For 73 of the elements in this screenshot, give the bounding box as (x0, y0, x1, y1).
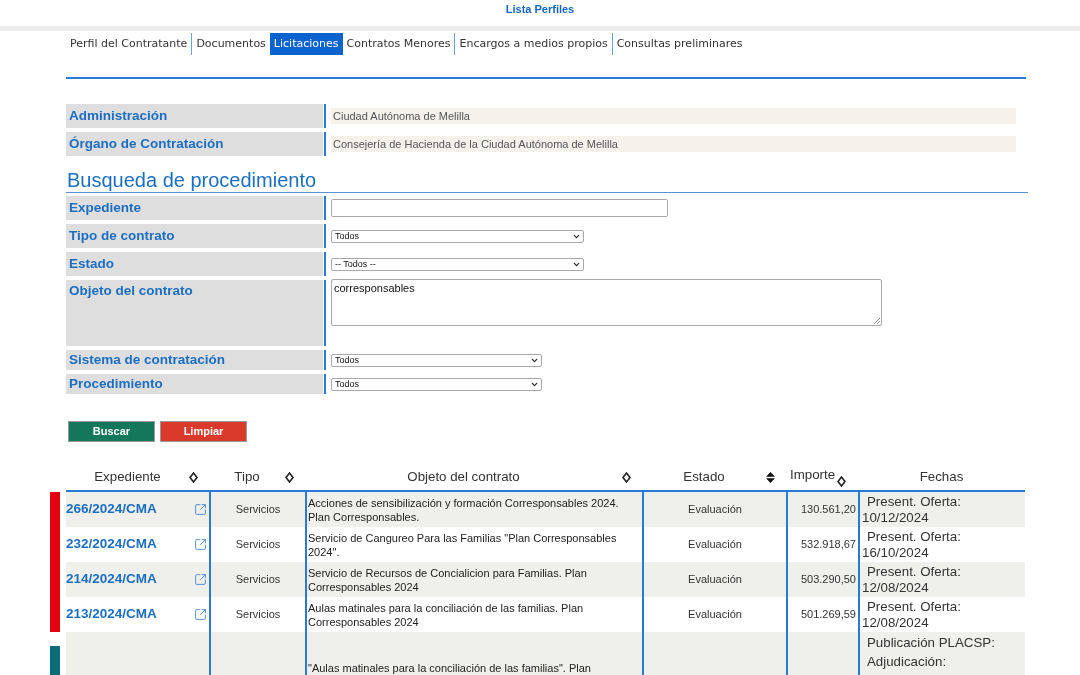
nav-tab[interactable]: Encargos a medios propios (454, 33, 612, 55)
table-cell-text: Evaluación (688, 537, 742, 553)
table-cell-text: 501.269,59 (800, 607, 856, 623)
table-cell-text: Servicios (235, 572, 281, 588)
select-field[interactable]: Todos (331, 229, 584, 243)
date-label: Present. Oferta: (867, 598, 961, 615)
table-cell-text: Evaluación (688, 607, 742, 623)
date-value: 12/08/2024 (862, 614, 929, 631)
field-label: Administración (66, 104, 323, 128)
external-link-icon[interactable] (194, 538, 207, 551)
table-cell-text: Servicios (235, 502, 281, 518)
external-link-icon[interactable] (194, 503, 207, 516)
date-label: Adjudicación: (867, 654, 947, 670)
table-cell: "Aulas matinales para la conciliación de las familias". Plan (308, 661, 591, 675)
table-cell-text: Aulas matinales para la conciliación de las familias. Plan Corresponsables 2024 (308, 600, 585, 629)
table-cell-text: 130.561,20 (800, 502, 856, 518)
table-cell-text: 503.290,50 (800, 572, 856, 588)
external-link-icon[interactable] (194, 608, 207, 621)
column-header[interactable]: Estado (642, 467, 766, 487)
date-label: Present. Oferta: (867, 528, 961, 545)
table-cell-text: Servicios (235, 537, 281, 553)
column-header[interactable]: Objeto del contrato (305, 467, 622, 487)
field-label: Sistema de contratación (66, 350, 323, 370)
date-label: Publicación PLACSP: (867, 635, 995, 651)
nav-tab[interactable]: Contratos Menores (342, 33, 455, 55)
expediente-link[interactable]: 213/2024/CMA (66, 604, 157, 625)
table-cell-text: Evaluación (688, 572, 742, 588)
nav-tab[interactable]: Documentos (191, 33, 270, 55)
table-cell-text: Evaluación (688, 502, 742, 518)
table-cell-text: Servicio de Cangureo Para las Familias "Plan Corresponsables 2024". (308, 530, 618, 559)
field-label: Objeto del contrato (66, 280, 323, 346)
input-field[interactable] (331, 199, 668, 217)
date-label: Present. Oferta: (867, 493, 961, 510)
column-header[interactable]: Tipo (209, 467, 285, 487)
expediente-link[interactable]: 266/2024/CMA (66, 499, 157, 520)
sort-icon[interactable] (766, 471, 775, 483)
expediente-link[interactable]: 232/2024/CMA (66, 534, 157, 555)
date-value: 10/12/2024 (862, 509, 929, 526)
nav-tab[interactable]: Consultas preliminares (611, 33, 747, 55)
resize-grip-icon[interactable] (874, 318, 880, 324)
date-value: 12/08/2024 (862, 579, 929, 596)
clear-button[interactable]: Limpiar (160, 421, 247, 442)
external-link-icon[interactable] (194, 573, 207, 586)
field-label: Órgano de Contratación (66, 132, 323, 156)
column-header[interactable]: Importe (790, 465, 836, 485)
select-field[interactable]: Todos (331, 353, 542, 367)
select-field[interactable]: Todos (331, 377, 542, 391)
profiles-list-link[interactable]: Lista Perfiles (505, 0, 575, 18)
nav-tab[interactable]: Licitaciones (269, 33, 343, 55)
date-label: Present. Oferta: (867, 563, 961, 580)
column-header: Fechas (918, 468, 965, 487)
table-cell-text: 532.918,67 (800, 537, 856, 553)
sort-icon[interactable] (189, 471, 198, 483)
readonly-field: Consejería de Hacienda de la Ciudad Autónoma de Melilla (331, 136, 1016, 152)
table-cell-text: Servicios (235, 607, 281, 623)
field-label: Expediente (66, 196, 323, 220)
table-cell-text: Acciones de sensibilización y formación Corresponsables 2024. Plan Corresponsables. (308, 495, 620, 524)
field-label: Tipo de contrato (66, 224, 323, 248)
field-label: Estado (66, 252, 323, 276)
sort-icon[interactable] (837, 476, 847, 487)
nav-tab[interactable]: Perfil del Contratante (66, 33, 192, 55)
sort-icon[interactable] (285, 471, 294, 483)
date-value: 16/10/2024 (862, 544, 929, 561)
field-label: Procedimiento (66, 374, 323, 394)
table-cell-text: Servicio de Recursos de Concialicion para Familias. Plan Corresponsables 2024 (308, 565, 588, 594)
textarea-field[interactable]: corresponsables (331, 279, 882, 326)
select-field[interactable]: -- Todos -- (331, 257, 584, 271)
expediente-link[interactable]: 214/2024/CMA (66, 569, 157, 590)
readonly-field: Ciudad Autónoma de Melilla (331, 108, 1016, 124)
search-button[interactable]: Buscar (68, 421, 155, 442)
section-heading: Busqueda de procedimiento (66, 168, 1028, 193)
column-header[interactable]: Expediente (66, 467, 189, 487)
sort-icon[interactable] (622, 471, 631, 483)
